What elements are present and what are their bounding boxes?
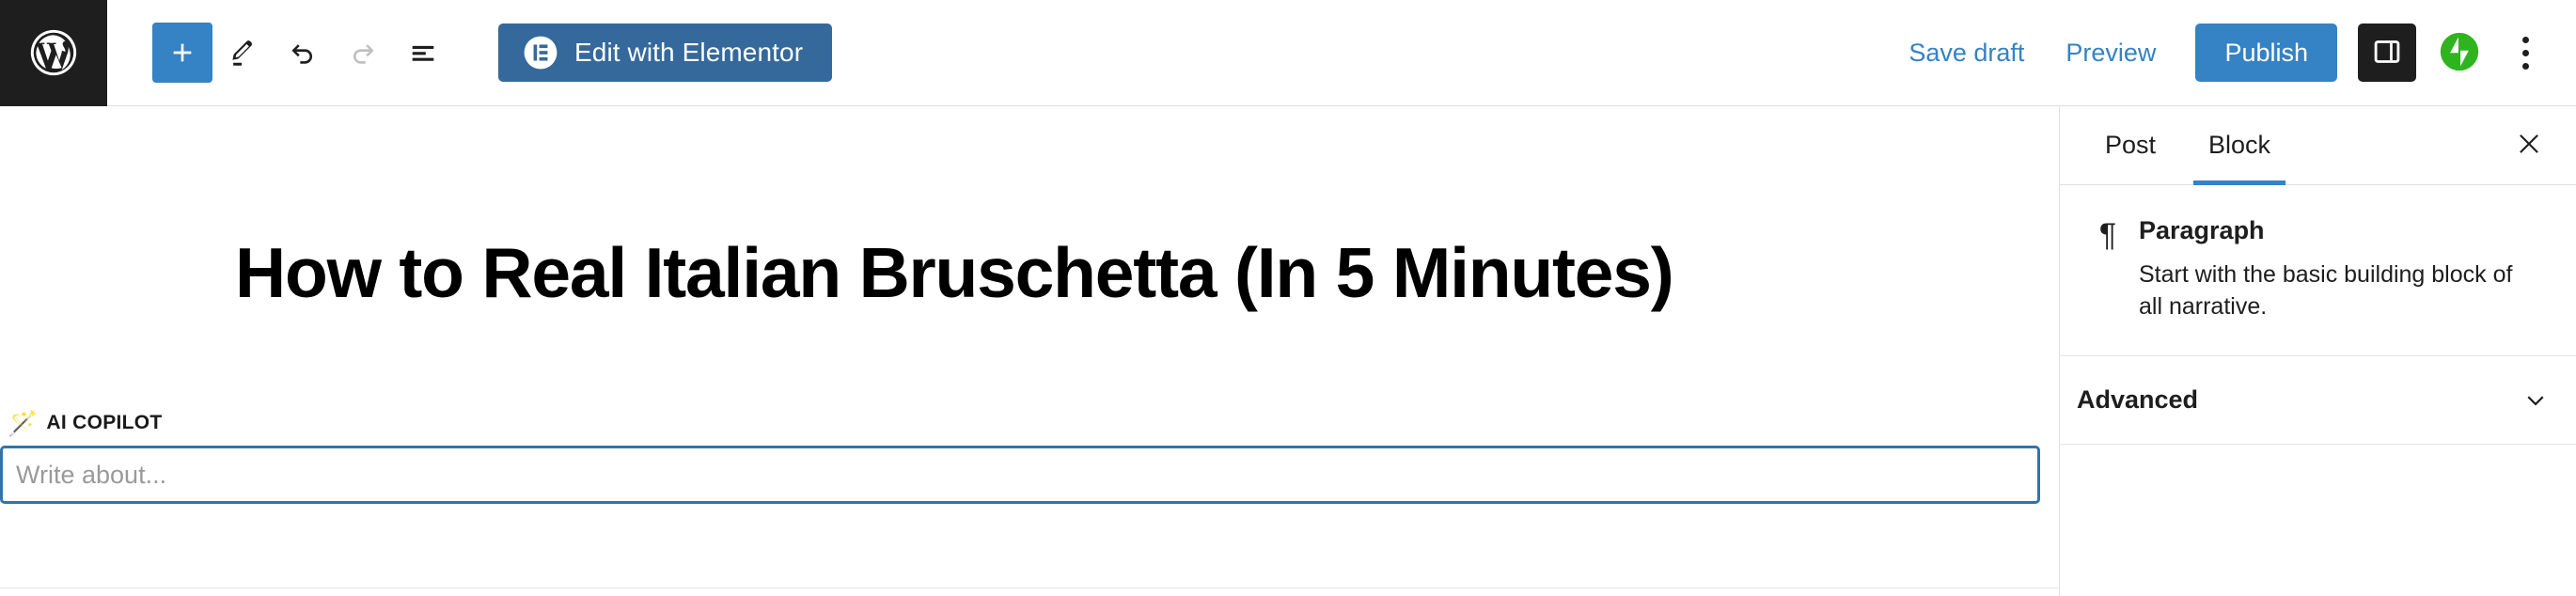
ai-copilot-label: AI COPILOT	[46, 412, 163, 433]
wordpress-logo-icon	[26, 25, 81, 80]
close-sidebar-button[interactable]	[2503, 119, 2555, 172]
jetpack-icon	[2439, 31, 2480, 75]
editor-canvas: How to Real Italian Bruschetta (In 5 Min…	[0, 106, 2059, 596]
jetpack-button[interactable]	[2429, 23, 2490, 83]
elementor-icon	[523, 35, 558, 71]
ai-copilot-block: 🪄 AI COPILOT	[0, 411, 2048, 504]
paragraph-icon: ¶	[2098, 217, 2117, 253]
wordpress-logo-button[interactable]	[0, 0, 107, 106]
vertical-dots-icon	[2521, 36, 2529, 70]
settings-sidebar: Post Block ¶ Paragraph Start with the ba…	[2059, 106, 2576, 596]
tab-block[interactable]: Block	[2182, 106, 2297, 185]
block-description: Start with the basic building block of a…	[2139, 260, 2513, 321]
block-info-text: Paragraph Start with the basic building …	[2139, 216, 2548, 323]
wordpress-block-editor: Edit with Elementor Save draft Preview P…	[0, 0, 2576, 596]
save-draft-button[interactable]: Save draft	[1888, 27, 2045, 79]
tab-post[interactable]: Post	[2079, 106, 2182, 184]
preview-button[interactable]: Preview	[2045, 27, 2176, 79]
ai-copilot-header: 🪄 AI COPILOT	[0, 411, 2048, 435]
sidebar-panel-icon	[2371, 36, 2403, 71]
redo-button[interactable]	[333, 23, 393, 83]
close-icon	[2515, 130, 2543, 161]
edit-with-elementor-button[interactable]: Edit with Elementor	[498, 24, 833, 82]
edit-with-elementor-label: Edit with Elementor	[574, 38, 804, 67]
editor-toolbar: Edit with Elementor Save draft Preview P…	[0, 0, 2576, 106]
chevron-down-icon	[2521, 385, 2550, 414]
tools-pencil-button[interactable]	[212, 23, 273, 83]
panel-advanced[interactable]: Advanced	[2060, 356, 2576, 445]
options-menu-button[interactable]	[2499, 23, 2552, 83]
settings-sidebar-toggle-button[interactable]	[2358, 24, 2416, 82]
block-title: Paragraph	[2139, 216, 2265, 244]
post-title[interactable]: How to Real Italian Bruschetta (In 5 Min…	[235, 233, 1833, 312]
undo-button[interactable]	[273, 23, 333, 83]
add-block-button[interactable]	[152, 23, 212, 83]
toolbar-left-group: Edit with Elementor	[107, 23, 833, 83]
panel-advanced-label: Advanced	[2077, 384, 2199, 414]
document-overview-button[interactable]	[393, 23, 453, 83]
ai-copilot-input[interactable]	[0, 446, 2040, 504]
sidebar-tab-bar: Post Block	[2060, 106, 2576, 185]
publish-button[interactable]: Publish	[2195, 24, 2337, 82]
magic-wand-icon: 🪄	[8, 409, 39, 437]
toolbar-right-group: Save draft Preview Publish	[1888, 23, 2576, 83]
block-icon-wrap: ¶	[2077, 217, 2139, 323]
block-info-card: ¶ Paragraph Start with the basic buildin…	[2060, 185, 2576, 356]
